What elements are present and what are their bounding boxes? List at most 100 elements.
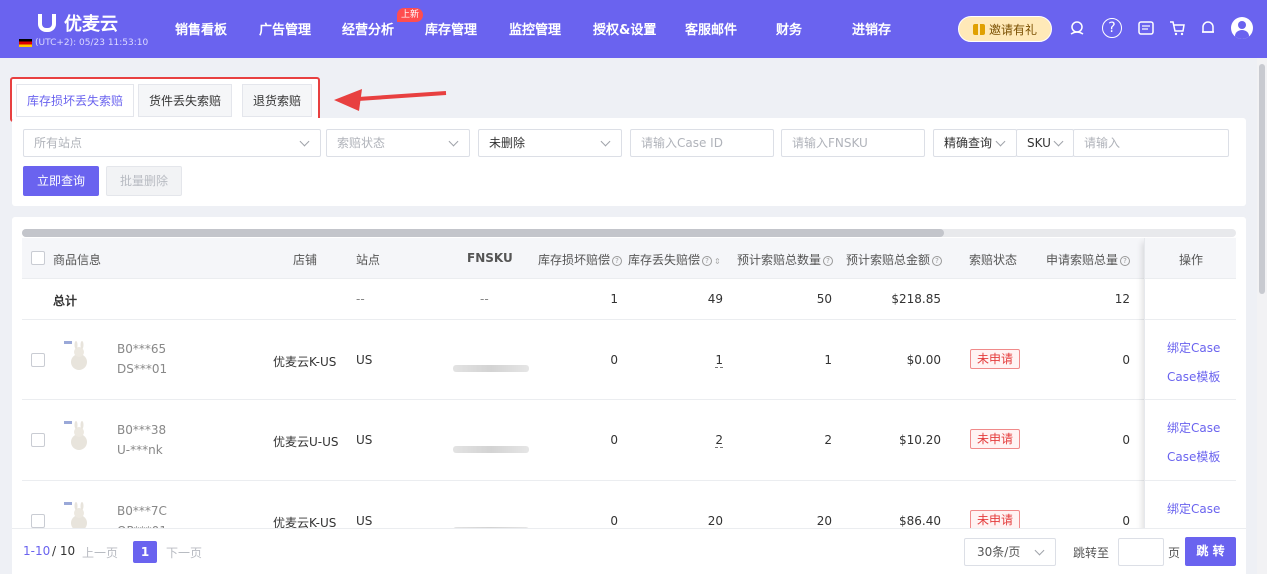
new-badge: 上新 <box>397 8 424 22</box>
case-id-input[interactable]: 请输入Case ID <box>630 129 774 157</box>
row-checkbox[interactable] <box>31 433 45 447</box>
product-asin: B0***65 <box>117 342 167 356</box>
jump-label: 跳转至 <box>1073 546 1110 560</box>
red-arrow-annotation-icon <box>334 89 447 111</box>
product-sku: U-***nk <box>117 443 163 457</box>
total-label: 总计 <box>53 294 78 308</box>
col-apply-qty: 申请索赔总量 <box>1046 253 1119 267</box>
message-icon[interactable] <box>1136 18 1156 38</box>
col-fnsku: FNSKU <box>467 251 513 265</box>
col-claim-status: 索赔状态 <box>969 253 1018 267</box>
nav-sales-dashboard[interactable]: 销售看板 <box>175 19 227 38</box>
col-damage-compensation: 库存损坏赔偿 <box>538 253 611 267</box>
product-sku: DS***01 <box>117 362 168 376</box>
tab-return-claim[interactable]: 退货索赔 <box>242 84 313 117</box>
qty-value: 1 <box>824 353 832 367</box>
col-estimated-amount: 预计索赔总金额 <box>846 253 931 267</box>
timezone-clock: (UTC+2): 05/23 11:53:10 <box>19 38 148 48</box>
total-damaged: 1 <box>610 292 618 306</box>
actions-column-divider <box>1144 238 1246 574</box>
page-unit: 页 <box>1168 546 1181 560</box>
deleted-filter-select[interactable]: 未删除 <box>478 129 622 157</box>
lost-value[interactable]: 1 <box>715 353 723 368</box>
product-image[interactable] <box>62 420 96 454</box>
col-loss-compensation: 库存丢失赔偿 <box>628 253 701 267</box>
horizontal-scrollbar[interactable] <box>22 229 1236 237</box>
status-badge: 未申请 <box>970 429 1021 449</box>
fnsku-input[interactable]: 请输入FNSKU <box>781 129 925 157</box>
prev-page-button[interactable]: 上一页 <box>82 544 118 561</box>
apply-qty-value: 0 <box>1122 353 1130 367</box>
amount-value: $10.20 <box>899 433 941 447</box>
scrollbar-thumb[interactable] <box>22 229 944 237</box>
page-size-value: 30条/页 <box>977 545 1021 559</box>
help-icon[interactable]: ? <box>823 256 834 266</box>
product-image[interactable] <box>62 340 96 374</box>
next-page-button[interactable]: 下一页 <box>166 544 202 561</box>
pagination: 1-10 / 10 上一页 1 下一页 30条/页 跳转至 页 跳 转 <box>12 528 1246 574</box>
user-avatar[interactable] <box>1231 17 1253 39</box>
col-shop: 店铺 <box>293 253 318 267</box>
nav-finance[interactable]: 财务 <box>776 19 802 38</box>
keyword-input[interactable]: 请输入 <box>1073 129 1229 157</box>
total-apply-qty: 12 <box>1114 292 1130 306</box>
site-select[interactable]: 所有站点 <box>23 129 321 157</box>
site: US <box>356 514 373 528</box>
row-checkbox[interactable] <box>31 514 45 528</box>
support-agent-icon[interactable] <box>1067 18 1087 38</box>
help-icon[interactable]: ? <box>1102 18 1122 38</box>
invite-button[interactable]: 邀请有礼 <box>958 16 1052 42</box>
batch-delete-button[interactable]: 批量删除 <box>106 166 182 196</box>
query-button[interactable]: 立即查询 <box>23 166 99 196</box>
total-amount: $218.85 <box>891 292 941 306</box>
gift-icon <box>972 23 985 35</box>
lost-value[interactable]: 2 <box>715 433 723 448</box>
bell-icon[interactable] <box>1198 18 1218 38</box>
help-icon[interactable]: ? <box>612 256 623 266</box>
lost-value: 20 <box>707 514 723 528</box>
match-mode-select[interactable]: 精确查询 <box>933 129 1017 157</box>
help-icon[interactable]: ? <box>932 256 943 266</box>
jump-page-input[interactable] <box>1118 538 1164 566</box>
nav-purchase-sales-stock[interactable]: 进销存 <box>852 19 891 38</box>
sort-icon[interactable]: ⇕ <box>714 257 721 266</box>
nav-auth-settings[interactable]: 授权&设置 <box>593 19 656 38</box>
site: US <box>356 433 373 447</box>
jump-button[interactable]: 跳 转 <box>1185 537 1236 566</box>
filter-panel: 所有站点 索赔状态 未删除 请输入Case ID 请输入FNSKU 精确查询 S… <box>12 118 1246 206</box>
product-asin: B0***7C <box>117 504 167 518</box>
nav-customer-mail[interactable]: 客服邮件 <box>685 19 737 38</box>
amount-value: $0.00 <box>906 353 941 367</box>
page-total: / 10 <box>52 544 76 558</box>
page-range: 1-10 <box>23 544 51 558</box>
select-all-checkbox[interactable] <box>31 251 45 265</box>
apply-qty-value: 0 <box>1122 433 1130 447</box>
apply-qty-value: 0 <box>1122 514 1130 528</box>
total-row: 总计 -- -- 1 49 50 $218.85 12 <box>22 279 1236 320</box>
scrollbar-thumb[interactable] <box>1259 64 1265 294</box>
site: US <box>356 353 373 367</box>
timezone-text: (UTC+2): 05/23 11:53:10 <box>35 38 149 48</box>
total-fnsku: -- <box>480 292 489 306</box>
col-estimated-qty: 预计索赔总数量 <box>737 253 822 267</box>
status-badge: 未申请 <box>970 510 1021 530</box>
nav-inventory[interactable]: 库存管理 <box>425 19 477 38</box>
table-header: 商品信息 店铺 站点 FNSKU 库存损坏赔偿? 库存丢失赔偿? ⇕ 预计索赔总数… <box>22 238 1236 279</box>
damaged-value: 0 <box>610 514 618 528</box>
search-field-select[interactable]: SKU <box>1016 129 1074 157</box>
nav-ads[interactable]: 广告管理 <box>259 19 311 38</box>
help-icon[interactable]: ? <box>702 256 713 266</box>
nav-monitoring[interactable]: 监控管理 <box>509 19 561 38</box>
nav-business-analysis[interactable]: 经营分析 <box>342 19 394 38</box>
app-logo[interactable]: 优麦云 <box>38 10 118 36</box>
cart-icon[interactable] <box>1167 18 1187 38</box>
vertical-scrollbar[interactable] <box>1257 58 1267 574</box>
fnsku-redacted <box>453 365 529 372</box>
help-icon[interactable]: ? <box>1120 256 1131 266</box>
tab-inventory-damage-loss[interactable]: 库存损坏丢失索赔 <box>16 84 135 117</box>
app-name: 优麦云 <box>64 14 118 35</box>
tab-shipment-loss[interactable]: 货件丢失索赔 <box>138 84 233 117</box>
claim-status-select[interactable]: 索赔状态 <box>326 129 470 157</box>
row-checkbox[interactable] <box>31 353 45 367</box>
page-1-button[interactable]: 1 <box>133 541 157 563</box>
